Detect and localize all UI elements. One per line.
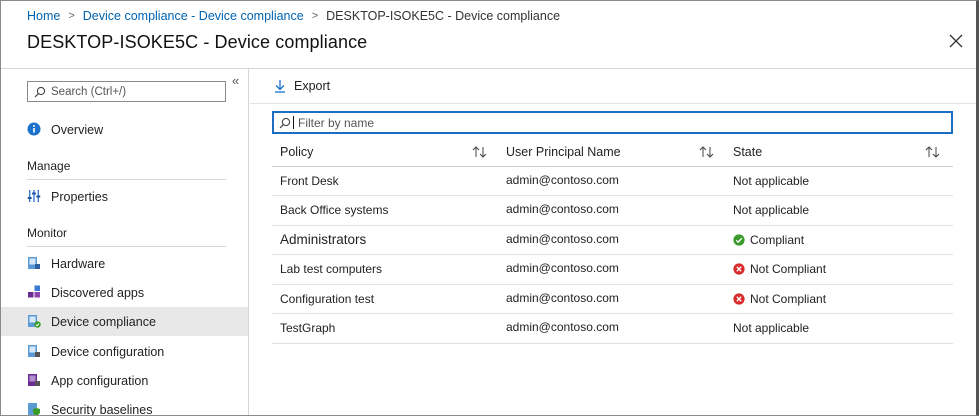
upn-cell: admin@contoso.com [500, 313, 727, 344]
text-cursor [293, 116, 294, 129]
table-row[interactable]: Front Desk admin@contoso.com Not applica… [272, 166, 953, 196]
hardware-icon [28, 257, 40, 269]
section-divider [27, 246, 226, 247]
close-button[interactable] [946, 31, 966, 51]
breadcrumb-current: DESKTOP-ISOKE5C - Device compliance [326, 9, 561, 23]
main-content: Export Filter by name Policy User Princi… [250, 69, 976, 415]
breadcrumb: Home > Device compliance - Device compli… [27, 9, 560, 23]
device-compliance-icon [28, 315, 41, 328]
table-row[interactable]: Lab test computers admin@contoso.com Not… [272, 254, 953, 285]
close-icon [949, 34, 963, 48]
table-header-row: Policy User Principal Name State [272, 139, 953, 167]
table-row[interactable]: Configuration test admin@contoso.com Not… [272, 284, 953, 314]
section-monitor: Monitor [27, 226, 68, 240]
breadcrumb-parent-link[interactable]: Device compliance - Device compliance [83, 9, 304, 23]
policy-cell: Configuration test [272, 284, 500, 314]
sort-icon[interactable] [699, 146, 715, 158]
sidebar-item-label: Discovered apps [51, 286, 145, 300]
download-icon [275, 80, 285, 93]
state-label: Compliant [750, 232, 805, 247]
sidebar-item-security-baselines[interactable]: Security baselines [1, 395, 248, 416]
export-button[interactable]: Export [274, 79, 330, 93]
state-label: Not applicable [733, 203, 810, 218]
column-header-state[interactable]: State [727, 139, 953, 167]
state-label: Not Compliant [750, 291, 827, 306]
filter-placeholder: Filter by name [298, 115, 375, 130]
error-x-icon [733, 263, 745, 275]
breadcrumb-separator-icon: > [68, 10, 75, 22]
sidebar-item-label: Hardware [51, 257, 106, 271]
sort-icon[interactable] [472, 146, 488, 158]
section-manage: Manage [27, 159, 71, 173]
sidebar-item-device-configuration[interactable]: Device configuration [1, 337, 248, 366]
collapse-sidebar-button[interactable]: « [232, 73, 239, 88]
app-configuration-icon [28, 374, 40, 386]
sidebar-item-device-compliance[interactable]: Device compliance [1, 307, 248, 336]
column-header-label: Policy [280, 145, 314, 160]
column-header-label: User Principal Name [506, 145, 621, 160]
info-icon [27, 122, 41, 136]
column-header-policy[interactable]: Policy [272, 139, 500, 167]
compliant-check-icon [733, 234, 745, 246]
sidebar-search-input[interactable]: Search (Ctrl+/) [27, 81, 226, 102]
state-cell: Not applicable [727, 195, 953, 226]
sidebar-item-hardware[interactable]: Hardware [1, 249, 248, 278]
state-cell: Not Compliant [727, 284, 953, 314]
sidebar-item-discovered-apps[interactable]: Discovered apps [1, 278, 248, 307]
column-header-upn[interactable]: User Principal Name [500, 139, 727, 167]
sidebar-item-label: Overview [51, 123, 104, 137]
section-divider [27, 179, 226, 180]
state-label: Not applicable [733, 321, 810, 336]
sidebar-item-overview[interactable]: Overview [1, 115, 248, 144]
discovered-apps-icon [28, 285, 40, 298]
breadcrumb-home-link[interactable]: Home [27, 9, 60, 23]
sidebar-item-properties[interactable]: Properties [1, 182, 248, 211]
upn-cell: admin@contoso.com [500, 254, 727, 285]
upn-cell: admin@contoso.com [500, 166, 727, 196]
state-cell: Not applicable [727, 166, 953, 196]
export-label: Export [294, 79, 331, 93]
upn-cell: admin@contoso.com [500, 195, 727, 226]
error-x-icon [733, 293, 745, 305]
toolbar-divider [250, 103, 976, 104]
column-header-label: State [733, 145, 763, 160]
policy-cell: Administrators [272, 225, 500, 255]
sort-icon[interactable] [925, 146, 941, 158]
state-cell: Compliant [727, 225, 953, 255]
state-cell: Not Compliant [727, 254, 953, 285]
search-icon [34, 86, 46, 97]
security-baselines-icon [28, 403, 40, 415]
sidebar-item-app-configuration[interactable]: App configuration [1, 366, 248, 395]
sidebar-item-label: Device compliance [51, 315, 156, 329]
upn-cell: admin@contoso.com [500, 225, 727, 255]
compliance-table: Policy User Principal Name State Front D… [272, 139, 953, 344]
device-compliance-blade: Home > Device compliance - Device compli… [0, 0, 979, 416]
sidebar-item-label: Security baselines [51, 403, 153, 416]
filter-by-name-input[interactable]: Filter by name [272, 111, 953, 134]
page-title: DESKTOP-ISOKE5C - Device compliance [27, 32, 368, 52]
policy-cell: Front Desk [272, 166, 500, 196]
state-label: Not Compliant [750, 262, 827, 277]
search-icon [279, 117, 291, 128]
table-row[interactable]: Administrators admin@contoso.com Complia… [272, 225, 953, 255]
table-row[interactable]: TestGraph admin@contoso.com Not applicab… [272, 313, 953, 344]
policy-cell: Back Office systems [272, 195, 500, 226]
sidebar: « Search (Ctrl+/) Overview Manage Proper… [1, 69, 249, 416]
breadcrumb-separator-icon: > [311, 10, 319, 22]
sidebar-item-label: Properties [51, 190, 108, 204]
policy-cell: TestGraph [272, 313, 500, 344]
properties-icon [27, 190, 41, 202]
state-cell: Not applicable [727, 313, 953, 344]
state-label: Not applicable [733, 173, 810, 188]
device-configuration-icon [28, 345, 40, 357]
sidebar-item-label: App configuration [51, 374, 149, 388]
upn-cell: admin@contoso.com [500, 284, 727, 314]
table-row[interactable]: Back Office systems admin@contoso.com No… [272, 195, 953, 226]
search-placeholder: Search (Ctrl+/) [51, 85, 127, 98]
sidebar-item-label: Device configuration [51, 345, 165, 359]
policy-cell: Lab test computers [272, 254, 500, 285]
